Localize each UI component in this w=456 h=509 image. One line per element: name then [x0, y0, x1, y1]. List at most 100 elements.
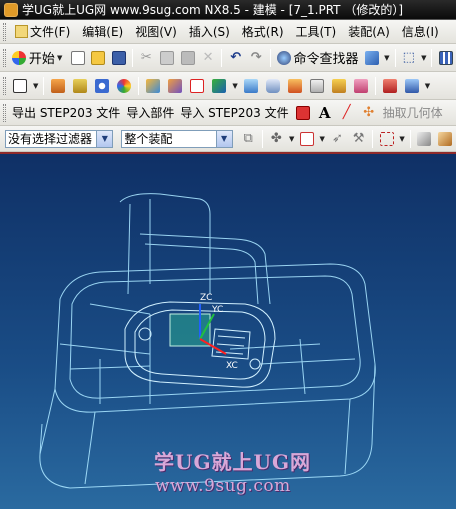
general-selection-button[interactable]: ⧉	[239, 129, 258, 149]
separator	[269, 48, 271, 67]
arrow-point-button[interactable]: ➶	[328, 129, 347, 149]
point-constructor-button[interactable]	[297, 129, 316, 149]
file-menu-icon	[15, 25, 28, 38]
redo-button[interactable]: ↷	[247, 48, 266, 68]
rectangle-select-button[interactable]	[377, 129, 396, 149]
x-axis-label: XC	[226, 361, 238, 371]
box-edge	[84, 411, 96, 485]
unite-icon	[146, 78, 161, 93]
y-axis-label: YC	[211, 305, 223, 315]
shell-button[interactable]	[307, 76, 327, 96]
toolbar-grip[interactable]	[3, 76, 6, 95]
export-step-button[interactable]: 导出 STEP203 文件	[9, 103, 123, 123]
menu-tools[interactable]: 工具(T)	[290, 22, 343, 42]
cube-icon	[364, 50, 379, 65]
separator	[372, 129, 374, 148]
draft-button[interactable]	[329, 76, 349, 96]
edge-blend-button[interactable]	[263, 76, 283, 96]
menu-edit[interactable]: 编辑(E)	[76, 22, 129, 42]
pattern-button[interactable]	[351, 76, 371, 96]
menu-info[interactable]: 信息(I)	[396, 22, 445, 42]
chevron-down-icon[interactable]: ▼	[289, 135, 294, 143]
datum-csys-icon	[212, 78, 227, 93]
cube-view-button[interactable]	[363, 48, 382, 68]
hole-button[interactable]	[92, 76, 112, 96]
menu-assembly[interactable]: 装配(A)	[342, 22, 396, 42]
chevron-down-icon[interactable]: ▼	[425, 82, 430, 90]
block-button[interactable]	[241, 76, 261, 96]
datum-icon	[190, 78, 205, 93]
feature-button[interactable]	[114, 76, 134, 96]
pattern-icon	[353, 78, 368, 93]
watermark-title: 学UG就上UG网	[154, 450, 312, 474]
separator	[374, 76, 376, 95]
selection-icon: ⬚	[402, 50, 415, 65]
undo-button[interactable]: ↶	[226, 48, 245, 68]
menu-format[interactable]: 格式(R)	[236, 22, 290, 42]
subtract-icon	[168, 78, 183, 93]
mirror-button[interactable]	[380, 76, 400, 96]
save-icon	[111, 50, 126, 65]
open-file-button[interactable]	[89, 48, 108, 68]
mold-box-inner	[69, 275, 361, 399]
chevron-down-icon[interactable]: ▼	[319, 135, 324, 143]
extrude-button[interactable]	[48, 76, 68, 96]
subtract-button[interactable]	[165, 76, 185, 96]
menu-format-label: 格式(R)	[241, 25, 284, 39]
menu-view[interactable]: 视图(V)	[129, 22, 183, 42]
cut-button[interactable]: ✂	[137, 48, 156, 68]
chevron-down-icon[interactable]: ▼	[399, 135, 404, 143]
graphics-window[interactable]: ZC YC XC 学UG就上UG网 www.9sug.com	[0, 152, 456, 509]
view-orient-button[interactable]	[436, 129, 455, 149]
stop-icon	[295, 105, 310, 120]
start-button[interactable]: 开始 ▼	[10, 48, 66, 68]
draft-icon	[331, 78, 346, 93]
trim-body-button[interactable]	[402, 76, 422, 96]
unite-button[interactable]	[143, 76, 163, 96]
filter-icon: ⧉	[243, 131, 253, 146]
snap-point-button[interactable]: ✤	[267, 129, 286, 149]
revolve-button[interactable]	[70, 76, 90, 96]
hammer-button[interactable]: ⚒	[349, 129, 368, 149]
sketch-button[interactable]	[10, 76, 30, 96]
chevron-down-icon[interactable]: ▼	[33, 82, 38, 90]
stop-button[interactable]	[293, 103, 313, 123]
chevron-down-icon[interactable]: ▼	[232, 82, 237, 90]
save-button[interactable]	[109, 48, 128, 68]
render-style-icon	[417, 131, 432, 146]
menu-tools-label: 工具(T)	[295, 25, 337, 39]
extract-geometry-button[interactable]: 抽取几何体	[380, 103, 446, 123]
new-file-button[interactable]	[68, 48, 87, 68]
chamfer-button[interactable]	[285, 76, 305, 96]
delete-button[interactable]: ✕	[199, 48, 218, 68]
line-button[interactable]: ╱	[337, 103, 357, 123]
feature-icon	[117, 78, 132, 93]
layout-grid-icon	[438, 50, 453, 65]
import-step-button[interactable]: 导入 STEP203 文件	[177, 103, 291, 123]
chevron-down-icon[interactable]: ▼	[421, 54, 426, 62]
selection-scope-select[interactable]: 整个装配 ▼	[121, 129, 233, 148]
paste-button[interactable]	[178, 48, 197, 68]
import-part-button[interactable]: 导入部件	[123, 103, 177, 123]
toolbar-grip[interactable]	[3, 48, 6, 67]
watermark-url: www.9sug.com	[155, 476, 291, 496]
chevron-down-icon[interactable]: ▼	[384, 54, 389, 62]
toolbar-grip[interactable]	[3, 22, 6, 41]
type-filter-select[interactable]: 没有选择过滤器 ▼	[5, 129, 114, 148]
selection-tool-button[interactable]: ⬚	[400, 48, 419, 68]
layout-button[interactable]	[436, 48, 455, 68]
render-style-button[interactable]	[415, 129, 434, 149]
command-finder-label: 命令查找器	[293, 52, 359, 67]
menu-insert[interactable]: 插入(S)	[183, 22, 236, 42]
text-button[interactable]: A	[315, 103, 335, 123]
toolbar-grip[interactable]	[3, 103, 6, 122]
datum-button[interactable]	[187, 76, 207, 96]
datum-csys-button[interactable]	[209, 76, 229, 96]
block-icon	[243, 78, 258, 93]
extract-geometry-icon-button[interactable]: ✣	[359, 103, 379, 123]
menu-insert-label: 插入(S)	[188, 25, 230, 39]
command-finder-button[interactable]: 命令查找器	[275, 48, 361, 68]
point-constructor-icon	[299, 131, 314, 146]
copy-button[interactable]	[158, 48, 177, 68]
menu-file[interactable]: 文件(F)	[9, 22, 76, 42]
